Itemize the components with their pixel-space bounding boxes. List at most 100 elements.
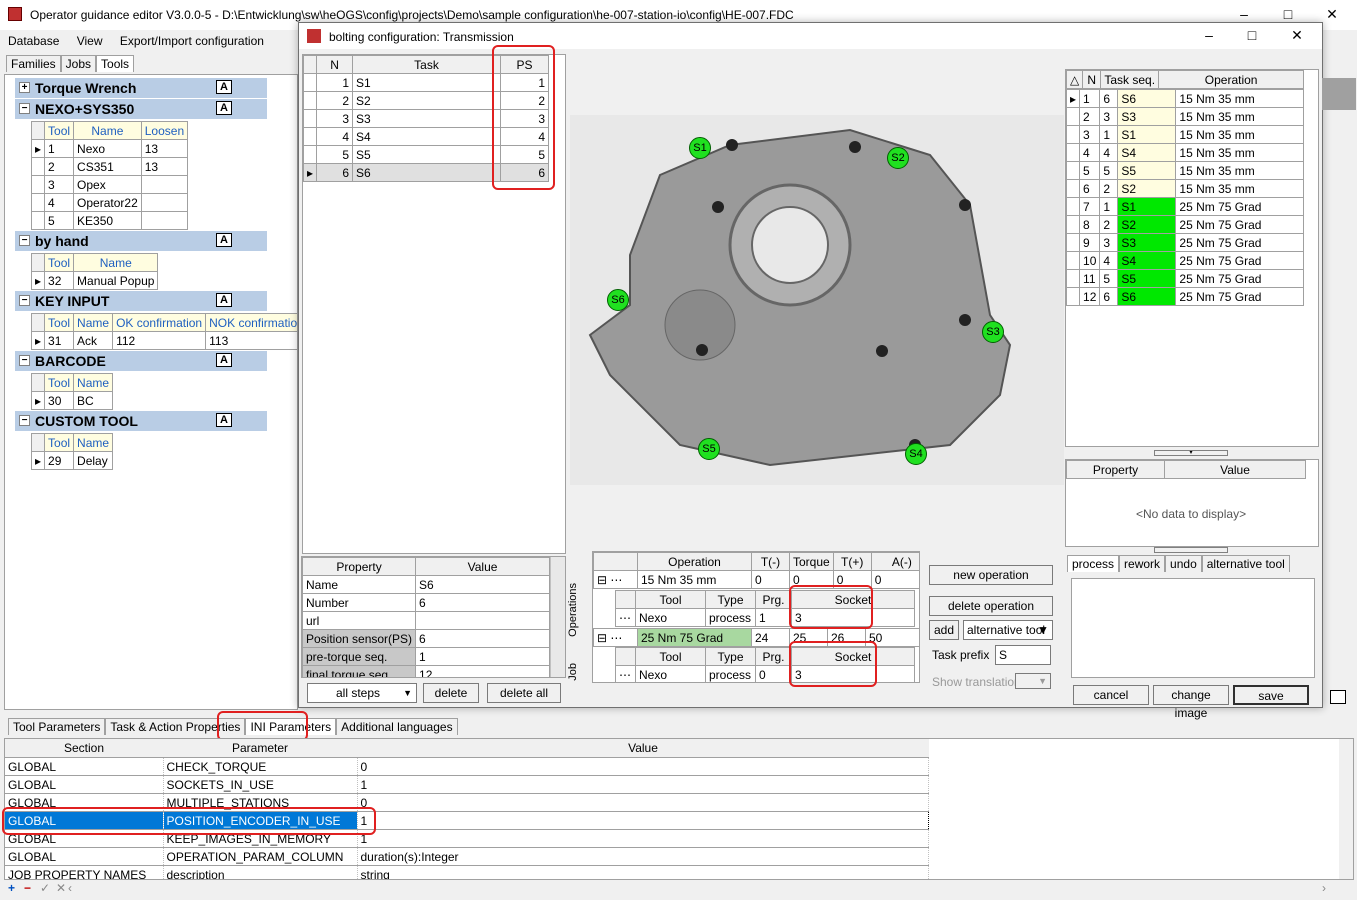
- tab-process[interactable]: process: [1067, 555, 1120, 572]
- delete-button[interactable]: delete: [423, 683, 479, 703]
- table-row[interactable]: ▸ 30 BC: [30, 391, 114, 410]
- table-row[interactable]: GLOBAL CHECK_TORQUE 0: [5, 757, 929, 776]
- tab-undo[interactable]: undo: [1165, 555, 1202, 572]
- marker-s4[interactable]: S4: [905, 443, 927, 465]
- property-scrollbar[interactable]: [550, 557, 565, 677]
- close-icon[interactable]: ✕: [1322, 4, 1342, 24]
- add-button[interactable]: add: [929, 620, 959, 640]
- save-button[interactable]: save: [1233, 685, 1309, 705]
- key-input-table: Tool Name OK confirmation NOK confirmation …: [30, 313, 297, 350]
- scroll-left-icon[interactable]: ‹: [68, 881, 72, 895]
- collapse-icon[interactable]: −: [19, 355, 30, 366]
- table-row[interactable]: 9 3 S3 25 Nm 75 Grad: [1065, 233, 1304, 252]
- delete-all-button[interactable]: delete all: [487, 683, 561, 703]
- table-row[interactable]: 2 CS351 13: [30, 157, 189, 176]
- table-row[interactable]: ▸ 31 Ack 112 113: [30, 331, 297, 350]
- table-row[interactable]: Name S6: [302, 575, 550, 594]
- marker-s1[interactable]: S1: [689, 137, 711, 159]
- table-row[interactable]: 4 Operator22: [30, 193, 189, 212]
- tab-tool-parameters[interactable]: Tool Parameters: [8, 718, 106, 735]
- font-a-icon[interactable]: A: [216, 413, 232, 427]
- table-row[interactable]: ▸ 1 Nexo 13: [30, 139, 189, 158]
- font-a-icon[interactable]: A: [216, 101, 232, 115]
- table-row[interactable]: 11 5 S5 25 Nm 75 Grad: [1065, 269, 1304, 288]
- tab-rework[interactable]: rework: [1119, 555, 1166, 572]
- tab-additional-languages[interactable]: Additional languages: [336, 718, 458, 735]
- change-image-button[interactable]: change image: [1153, 685, 1229, 720]
- splitter-handle[interactable]: ▾: [1154, 450, 1228, 456]
- collapse-icon[interactable]: −: [19, 415, 30, 426]
- table-row[interactable]: 7 1 S1 25 Nm 75 Grad: [1065, 197, 1304, 216]
- menu-export-import[interactable]: Export/Import configuration: [120, 34, 264, 48]
- table-row[interactable]: 3 1 S1 15 Nm 35 mm: [1065, 125, 1304, 144]
- part-image[interactable]: [570, 115, 1064, 485]
- steps-select[interactable]: all steps ▼: [307, 683, 417, 703]
- collapse-icon[interactable]: −: [19, 103, 30, 114]
- menu-view[interactable]: View: [77, 34, 103, 48]
- table-row[interactable]: Number 6: [302, 593, 550, 612]
- table-row[interactable]: url: [302, 611, 550, 630]
- minimize-icon[interactable]: –: [1234, 4, 1254, 24]
- tab-jobs[interactable]: Jobs: [60, 55, 97, 72]
- minimize-icon[interactable]: –: [1199, 25, 1219, 45]
- font-a-icon[interactable]: A: [216, 80, 232, 94]
- font-a-icon[interactable]: A: [216, 353, 232, 367]
- menu-database[interactable]: Database: [8, 34, 59, 48]
- side-tab-job[interactable]: Job: [567, 663, 587, 681]
- remove-icon[interactable]: −: [24, 881, 31, 895]
- table-row[interactable]: 3 Opex: [30, 175, 189, 194]
- group-nexo[interactable]: − NEXO+SYS350 A: [15, 99, 267, 119]
- table-row[interactable]: JOB PROPERTY NAMES description string: [5, 865, 929, 879]
- cancel-button[interactable]: cancel: [1073, 685, 1149, 705]
- table-row[interactable]: 5 KE350: [30, 211, 189, 230]
- table-row[interactable]: 10 4 S4 25 Nm 75 Grad: [1065, 251, 1304, 270]
- layout-icon[interactable]: [1330, 690, 1346, 704]
- tab-tools[interactable]: Tools: [96, 55, 135, 72]
- table-row[interactable]: 12 6 S6 25 Nm 75 Grad: [1065, 287, 1304, 306]
- table-row[interactable]: 5 5 S5 15 Nm 35 mm: [1065, 161, 1304, 180]
- side-tab-operations[interactable]: Operations: [567, 583, 587, 637]
- marker-s2[interactable]: S2: [887, 147, 909, 169]
- table-row[interactable]: GLOBAL OPERATION_PARAM_COLUMN duration(s):…: [5, 847, 929, 866]
- add-icon[interactable]: +: [8, 881, 15, 895]
- new-operation-button[interactable]: new operation: [929, 565, 1053, 585]
- group-key-input[interactable]: − KEY INPUT A: [15, 291, 267, 311]
- font-a-icon[interactable]: A: [216, 293, 232, 307]
- marker-s6[interactable]: S6: [607, 289, 629, 311]
- task-prefix-input[interactable]: S: [995, 645, 1051, 665]
- group-by-hand[interactable]: − by hand A: [15, 231, 267, 251]
- table-row[interactable]: GLOBAL SOCKETS_IN_USE 1: [5, 775, 929, 794]
- table-row[interactable]: 8 2 S2 25 Nm 75 Grad: [1065, 215, 1304, 234]
- table-row[interactable]: 2 3 S3 15 Nm 35 mm: [1065, 107, 1304, 126]
- cancel-icon[interactable]: ✕: [56, 881, 66, 895]
- table-row[interactable]: final torque seq. 12: [302, 665, 550, 677]
- show-translation-select[interactable]: ▼: [1015, 673, 1051, 689]
- table-row[interactable]: 4 4 S4 15 Nm 35 mm: [1065, 143, 1304, 162]
- table-row[interactable]: 6 2 S2 15 Nm 35 mm: [1065, 179, 1304, 198]
- ini-vscrollbar[interactable]: [1339, 739, 1353, 879]
- maximize-icon[interactable]: □: [1278, 4, 1298, 24]
- check-icon[interactable]: ✓: [40, 881, 50, 895]
- font-a-icon[interactable]: A: [216, 233, 232, 247]
- tab-alternative-tool[interactable]: alternative tool: [1201, 555, 1290, 572]
- collapse-icon[interactable]: −: [19, 295, 30, 306]
- table-row[interactable]: Position sensor(PS) 6: [302, 629, 550, 648]
- marker-s3[interactable]: S3: [982, 321, 1004, 343]
- group-torque-wrench[interactable]: + Torque Wrench A: [15, 78, 267, 98]
- table-row[interactable]: ▸ 32 Manual Popup: [30, 271, 159, 290]
- maximize-icon[interactable]: □: [1242, 25, 1262, 45]
- alternative-tool-select[interactable]: alternative tool ▼: [963, 620, 1053, 640]
- group-barcode[interactable]: − BARCODE A: [15, 351, 267, 371]
- splitter-handle[interactable]: [1154, 547, 1228, 553]
- table-row[interactable]: ▸ 1 6 S6 15 Nm 35 mm: [1065, 89, 1304, 108]
- expand-icon[interactable]: +: [19, 82, 30, 93]
- delete-operation-button[interactable]: delete operation: [929, 596, 1053, 616]
- group-custom-tool[interactable]: − CUSTOM TOOL A: [15, 411, 267, 431]
- table-row[interactable]: ▸ 29 Delay: [30, 451, 114, 470]
- collapse-icon[interactable]: −: [19, 235, 30, 246]
- marker-s5[interactable]: S5: [698, 438, 720, 460]
- table-row[interactable]: pre-torque seq. 1: [302, 647, 550, 666]
- scroll-right-icon[interactable]: ›: [1322, 881, 1326, 895]
- tab-families[interactable]: Families: [6, 55, 61, 72]
- close-icon[interactable]: ✕: [1287, 25, 1307, 45]
